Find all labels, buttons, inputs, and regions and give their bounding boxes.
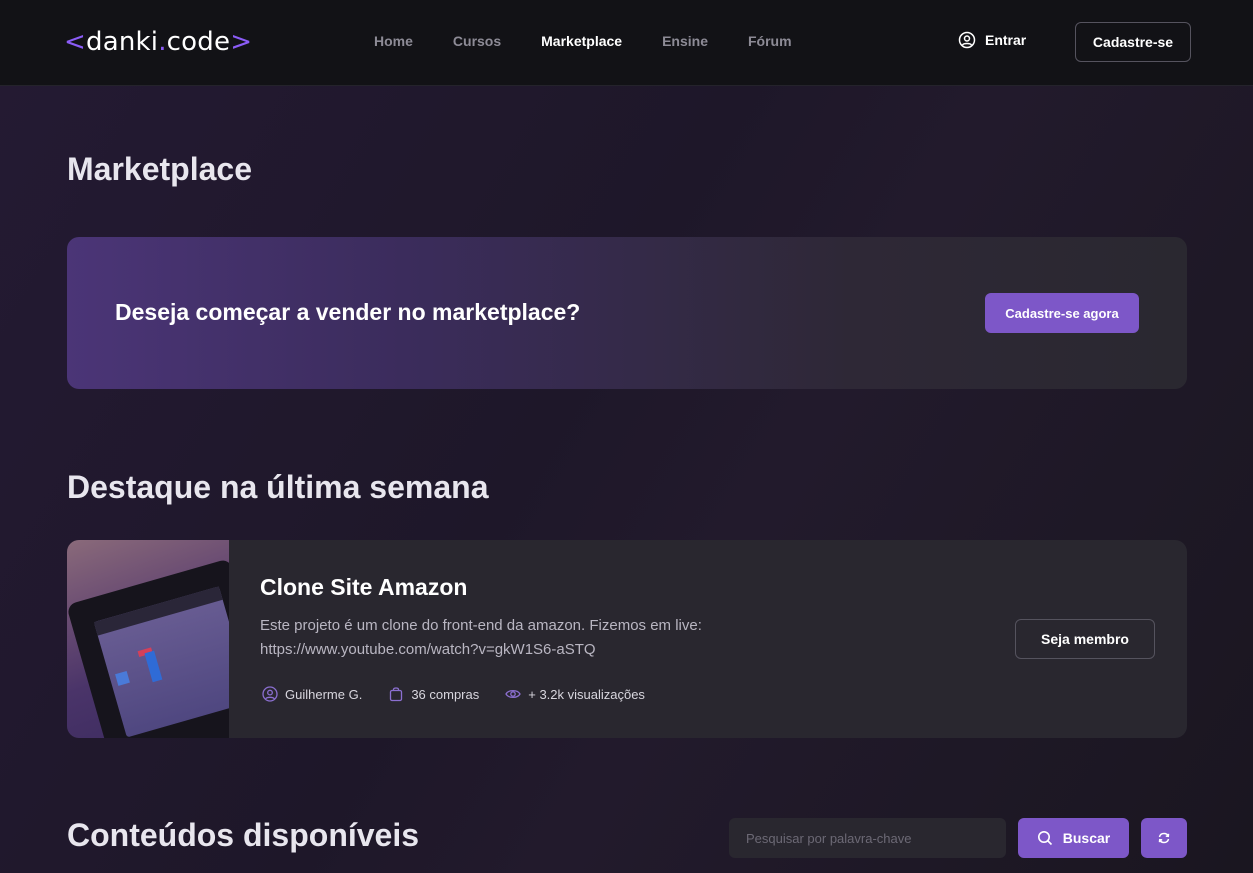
logo-bracket-close: > [230, 27, 253, 57]
nav-home[interactable]: Home [374, 33, 413, 49]
login-link[interactable]: Entrar [958, 31, 1026, 49]
meta-purchases-label: 36 compras [411, 686, 480, 702]
login-label: Entrar [985, 32, 1027, 48]
screen-logo-blue [144, 650, 163, 683]
top-navbar: <danki.code> Home Cursos Marketplace Ens… [0, 0, 1253, 86]
nav-marketplace[interactable]: Marketplace [541, 33, 622, 49]
search-button-label: Buscar [1062, 830, 1111, 846]
search-icon [1037, 831, 1052, 846]
main-nav: Home Cursos Marketplace Ensine Fórum [374, 33, 792, 49]
search-input[interactable] [729, 818, 1006, 858]
nav-forum[interactable]: Fórum [748, 33, 792, 49]
meta-views: + 3.2k visualizações [505, 686, 645, 702]
refresh-icon [1158, 832, 1170, 844]
featured-thumbnail [67, 540, 229, 738]
logo-text-danki: danki [86, 27, 159, 57]
user-circle-icon [958, 31, 976, 49]
featured-meta: Guilherme G. 36 compras + 3.2k visualiza… [262, 686, 645, 702]
seller-banner: Deseja começar a vender no marketplace? … [67, 237, 1187, 389]
nav-ensine[interactable]: Ensine [662, 33, 708, 49]
shopping-bag-icon [390, 687, 403, 702]
logo-text-code: code [166, 27, 231, 57]
logo-bracket-open: < [64, 27, 86, 57]
meta-views-label: + 3.2k visualizações [528, 686, 645, 702]
featured-title[interactable]: Clone Site Amazon [260, 574, 467, 601]
laptop-image [67, 558, 229, 738]
featured-section-title: Destaque na última semana [67, 469, 489, 505]
become-member-button[interactable]: Seja membro [1015, 619, 1155, 659]
logo[interactable]: <danki.code> [64, 27, 252, 57]
meta-purchases: 36 compras [388, 686, 479, 702]
screen-sidebar [115, 670, 130, 686]
signup-now-button[interactable]: Cadastre-se agora [985, 293, 1139, 333]
featured-card[interactable]: Clone Site Amazon Este projeto é um clon… [67, 540, 1187, 738]
user-circle-icon [262, 686, 278, 702]
laptop-screen [93, 586, 229, 738]
meta-author: Guilherme G. [262, 686, 362, 702]
search-button[interactable]: Buscar [1018, 818, 1129, 858]
meta-author-label: Guilherme G. [285, 686, 363, 702]
nav-cursos[interactable]: Cursos [453, 33, 501, 49]
signup-button[interactable]: Cadastre-se [1075, 22, 1191, 62]
featured-description: Este projeto é um clone do front-end da … [260, 617, 702, 658]
banner-text: Deseja começar a vender no marketplace? [115, 299, 581, 325]
contents-section-title: Conteúdos disponíveis [67, 817, 420, 853]
refresh-button[interactable] [1141, 818, 1187, 858]
page-title: Marketplace [67, 151, 252, 187]
screen-tabbar [93, 586, 223, 636]
logo-dot: . [158, 27, 167, 57]
eye-icon [505, 689, 521, 699]
